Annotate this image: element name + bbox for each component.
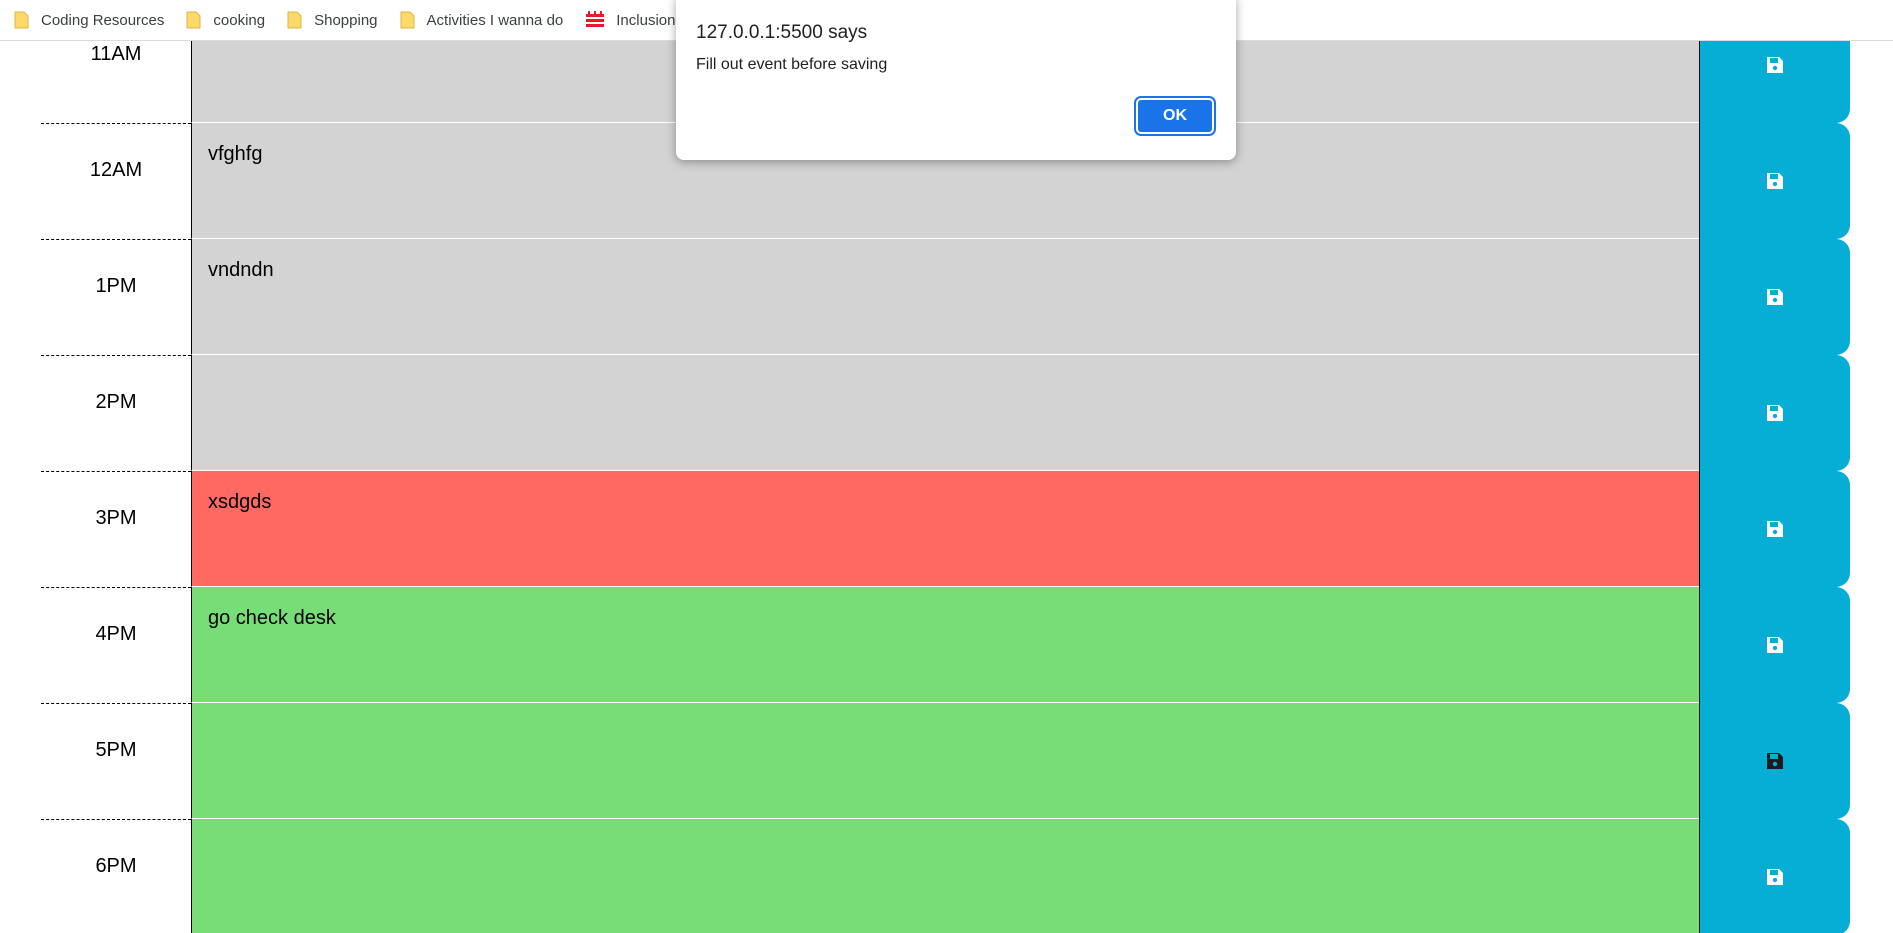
hour-label: 12AM xyxy=(41,123,191,239)
hour-label: 2PM xyxy=(41,355,191,471)
alert-dialog: 127.0.0.1:5500 says Fill out event befor… xyxy=(676,0,1236,160)
floppy-disk-icon xyxy=(1767,869,1783,885)
bookmark-inclusion[interactable]: Inclusion xyxy=(585,6,675,34)
hour-label: 5PM xyxy=(41,703,191,819)
event-textarea[interactable] xyxy=(191,819,1699,933)
bookmark-cooking[interactable]: cooking xyxy=(186,6,265,34)
red-site-icon xyxy=(585,11,605,29)
event-textarea[interactable] xyxy=(191,355,1699,471)
floppy-disk-icon xyxy=(1767,405,1783,421)
save-button[interactable] xyxy=(1699,819,1850,933)
event-textarea[interactable]: go check desk xyxy=(191,587,1699,703)
floppy-disk-icon xyxy=(1767,521,1783,537)
time-block-4pm: 4PM go check desk xyxy=(0,587,1893,703)
page: 11AM 12AM vfghfg 1PM vndndn 2PM 3PM xsdg… xyxy=(0,0,1893,933)
time-block-6pm: 6PM xyxy=(0,819,1893,933)
hour-label: 3PM xyxy=(41,471,191,587)
floppy-disk-icon xyxy=(1767,753,1783,769)
floppy-disk-icon xyxy=(1767,173,1783,189)
bookmark-label: cooking xyxy=(213,11,266,29)
dialog-title: 127.0.0.1:5500 says xyxy=(696,22,868,43)
time-block-5pm: 5PM xyxy=(0,703,1893,819)
save-button[interactable] xyxy=(1699,587,1850,703)
time-block-2pm: 2PM xyxy=(0,355,1893,471)
bookmark-label: Activities I wanna do xyxy=(426,11,564,29)
time-block-3pm: 3PM xsdgds xyxy=(0,471,1893,587)
floppy-disk-icon xyxy=(1767,57,1783,73)
save-button[interactable] xyxy=(1699,703,1850,819)
hour-label: 4PM xyxy=(41,587,191,703)
bookmark-shopping[interactable]: Shopping xyxy=(287,6,378,34)
event-textarea[interactable] xyxy=(191,703,1699,819)
hour-label: 1PM xyxy=(41,239,191,355)
bookmark-label: Inclusion xyxy=(616,11,676,29)
save-button[interactable] xyxy=(1699,123,1850,239)
floppy-disk-icon xyxy=(1767,289,1783,305)
save-button[interactable] xyxy=(1699,239,1850,355)
folder-icon xyxy=(14,10,30,30)
time-block-1pm: 1PM vndndn xyxy=(0,239,1893,355)
event-textarea[interactable]: xsdgds xyxy=(191,471,1699,587)
folder-icon xyxy=(400,10,416,30)
event-textarea[interactable]: vndndn xyxy=(191,239,1699,355)
save-button[interactable] xyxy=(1699,355,1850,471)
bookmark-label: Coding Resources xyxy=(41,11,165,29)
folder-icon xyxy=(186,10,202,30)
save-button[interactable] xyxy=(1699,471,1850,587)
ok-button[interactable]: OK xyxy=(1136,98,1214,134)
bookmark-coding-resources[interactable]: Coding Resources xyxy=(14,6,164,34)
folder-icon xyxy=(287,10,303,30)
hour-label: 6PM xyxy=(41,819,191,933)
bookmark-activities[interactable]: Activities I wanna do xyxy=(400,6,564,34)
floppy-disk-icon xyxy=(1767,637,1783,653)
bookmark-label: Shopping xyxy=(314,11,378,29)
dialog-message: Fill out event before saving xyxy=(696,56,888,73)
